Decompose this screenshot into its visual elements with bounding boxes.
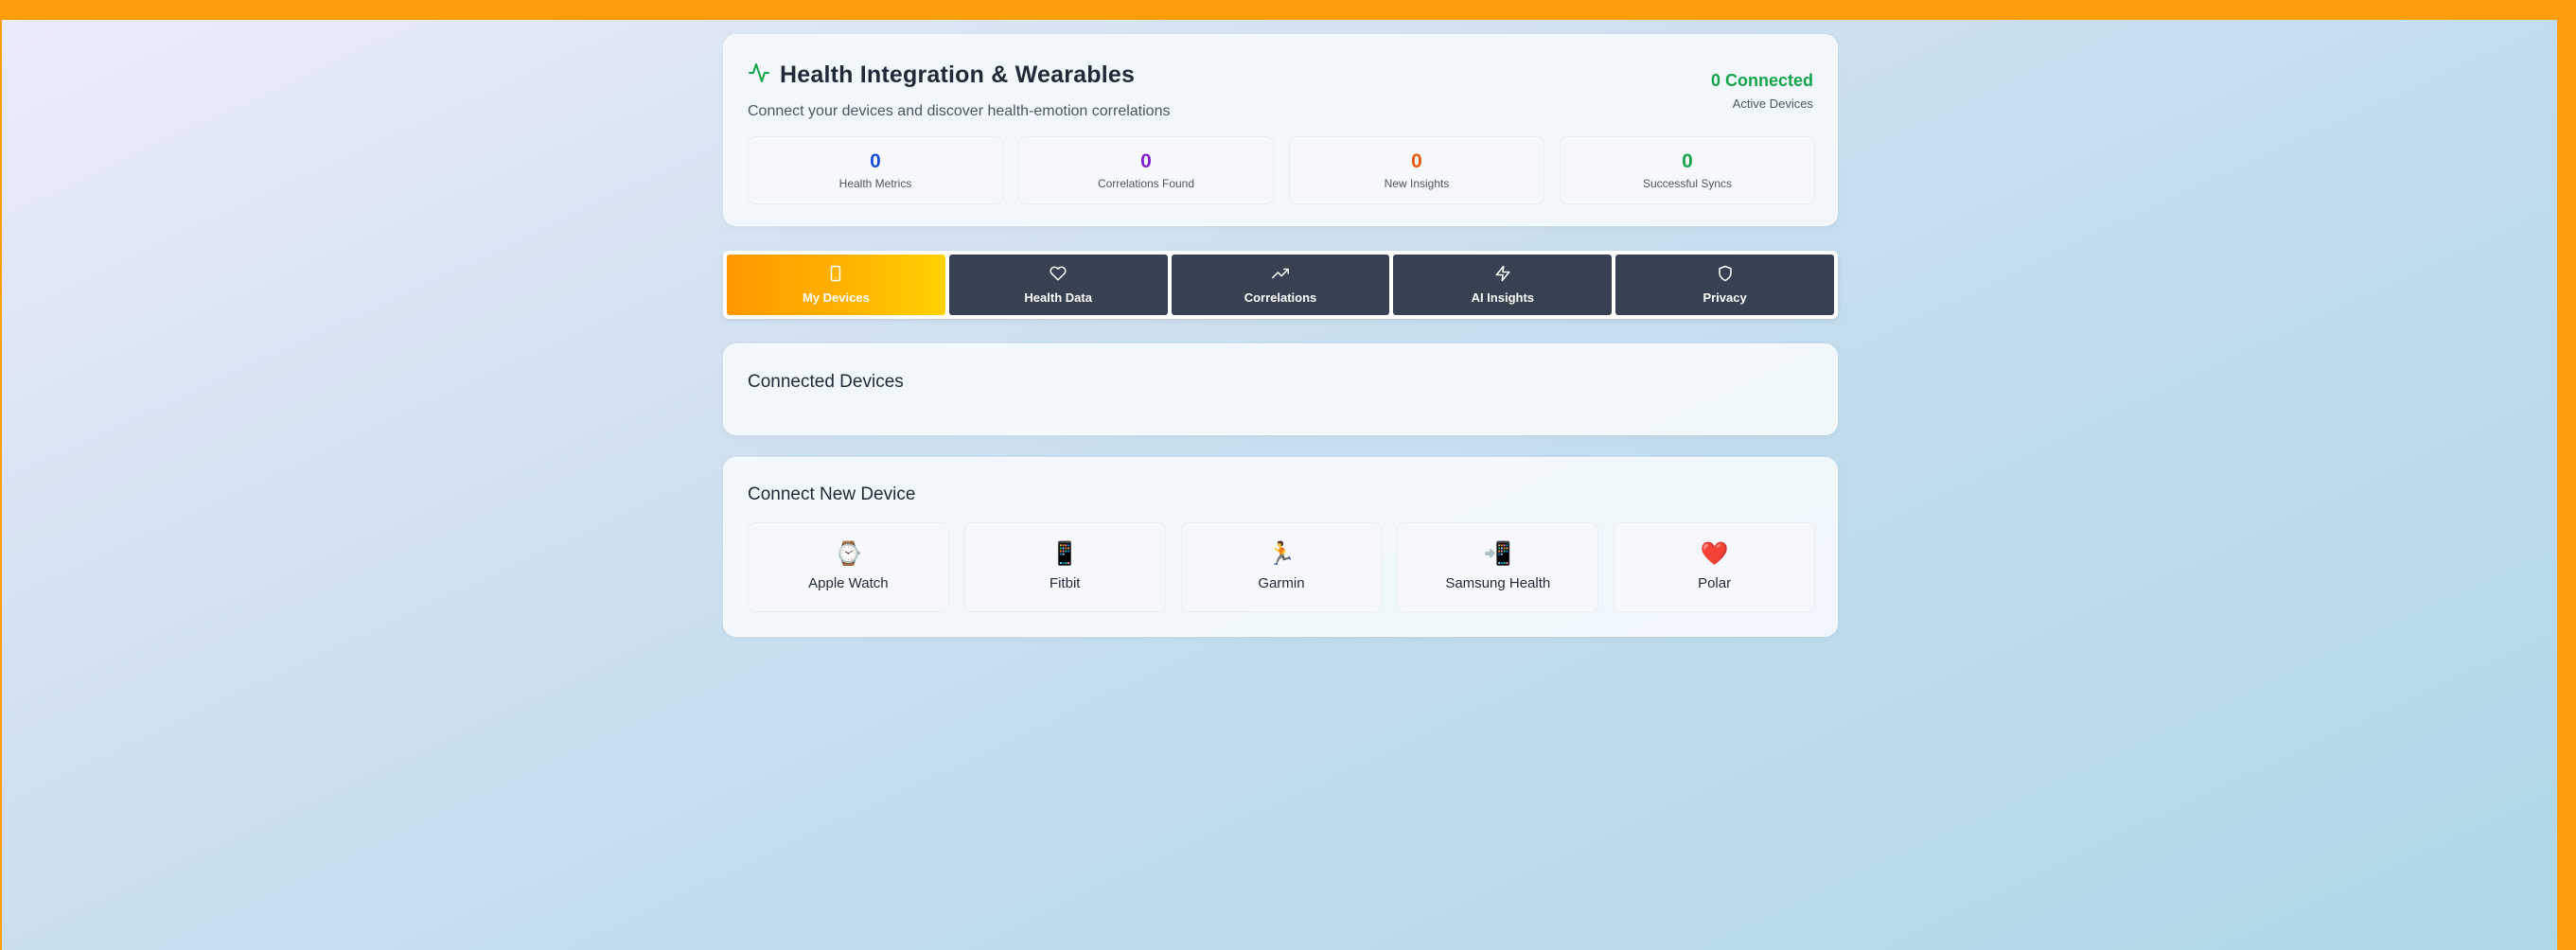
device-options: ⌚ Apple Watch 📱 Fitbit 🏃 Garmin 📲 Samsun… bbox=[748, 522, 1815, 612]
window-edge bbox=[2557, 20, 2576, 950]
activity-icon bbox=[748, 62, 770, 89]
stat-value: 0 bbox=[870, 150, 881, 172]
title-row: Health Integration & Wearables bbox=[748, 62, 1135, 89]
shield-icon bbox=[1717, 265, 1734, 285]
connection-status: 0 Connected Active Devices bbox=[1711, 71, 1813, 111]
device-name: Garmin bbox=[1258, 575, 1305, 591]
phone-arrow-icon: 📲 bbox=[1483, 541, 1512, 567]
device-name: Samsung Health bbox=[1445, 575, 1551, 591]
page-subtitle: Connect your devices and discover health… bbox=[748, 103, 1171, 119]
connect-new-device-card: Connect New Device ⌚ Apple Watch 📱 Fitbi… bbox=[723, 457, 1838, 637]
runner-icon: 🏃 bbox=[1267, 541, 1296, 567]
tab-label: My Devices bbox=[802, 290, 870, 305]
connect-new-device-title: Connect New Device bbox=[748, 484, 916, 504]
device-name: Polar bbox=[1698, 575, 1732, 591]
tab-label: AI Insights bbox=[1471, 290, 1535, 305]
tab-label: Health Data bbox=[1024, 290, 1092, 305]
stat-value: 0 bbox=[1411, 150, 1422, 172]
connected-devices-title: Connected Devices bbox=[748, 372, 904, 392]
header-card: Health Integration & Wearables Connect y… bbox=[723, 34, 1838, 226]
page-title: Health Integration & Wearables bbox=[780, 62, 1136, 88]
stat-label: New Insights bbox=[1384, 176, 1450, 190]
device-polar[interactable]: ❤️ Polar bbox=[1614, 522, 1815, 612]
stat-label: Successful Syncs bbox=[1642, 176, 1733, 190]
stat-value: 0 bbox=[1682, 150, 1693, 172]
heart-icon: ❤️ bbox=[1700, 541, 1729, 567]
stat-health-metrics: 0 Health Metrics bbox=[748, 136, 1003, 204]
device-fitbit[interactable]: 📱 Fitbit bbox=[963, 522, 1166, 612]
stats-row: 0 Health Metrics 0 Correlations Found 0 … bbox=[748, 136, 1815, 204]
tab-ai-insights[interactable]: AI Insights bbox=[1393, 255, 1613, 315]
app-viewport: Health Integration & Wearables Connect y… bbox=[2, 20, 2557, 950]
stat-new-insights: 0 New Insights bbox=[1289, 136, 1544, 204]
device-name: Fitbit bbox=[1049, 575, 1081, 591]
smartphone-icon bbox=[827, 265, 844, 285]
zap-icon bbox=[1494, 265, 1511, 285]
device-samsung-health[interactable]: 📲 Samsung Health bbox=[1397, 522, 1599, 612]
active-devices-label: Active Devices bbox=[1732, 97, 1813, 111]
phone-icon: 📱 bbox=[1050, 541, 1080, 567]
tab-privacy[interactable]: Privacy bbox=[1615, 255, 1834, 315]
stat-label: Health Metrics bbox=[838, 176, 912, 190]
device-apple-watch[interactable]: ⌚ Apple Watch bbox=[748, 522, 949, 612]
tab-health-data[interactable]: Health Data bbox=[948, 255, 1168, 315]
connected-devices-card: Connected Devices bbox=[723, 343, 1838, 435]
tab-bar: My Devices Health Data Correlations AI I… bbox=[723, 251, 1838, 319]
tab-label: Privacy bbox=[1703, 290, 1747, 305]
tab-my-devices[interactable]: My Devices bbox=[727, 255, 945, 315]
trending-up-icon bbox=[1271, 265, 1289, 285]
watch-icon: ⌚ bbox=[834, 541, 863, 567]
stat-correlations-found: 0 Correlations Found bbox=[1018, 136, 1274, 204]
device-name: Apple Watch bbox=[808, 575, 889, 591]
device-garmin[interactable]: 🏃 Garmin bbox=[1180, 522, 1383, 612]
tab-label: Correlations bbox=[1244, 290, 1317, 305]
stat-value: 0 bbox=[1140, 150, 1152, 172]
stat-label: Correlations Found bbox=[1097, 176, 1195, 190]
tab-correlations[interactable]: Correlations bbox=[1171, 255, 1390, 315]
heart-icon bbox=[1050, 265, 1067, 285]
connected-count: 0 Connected bbox=[1710, 71, 1813, 90]
stat-successful-syncs: 0 Successful Syncs bbox=[1560, 136, 1815, 204]
